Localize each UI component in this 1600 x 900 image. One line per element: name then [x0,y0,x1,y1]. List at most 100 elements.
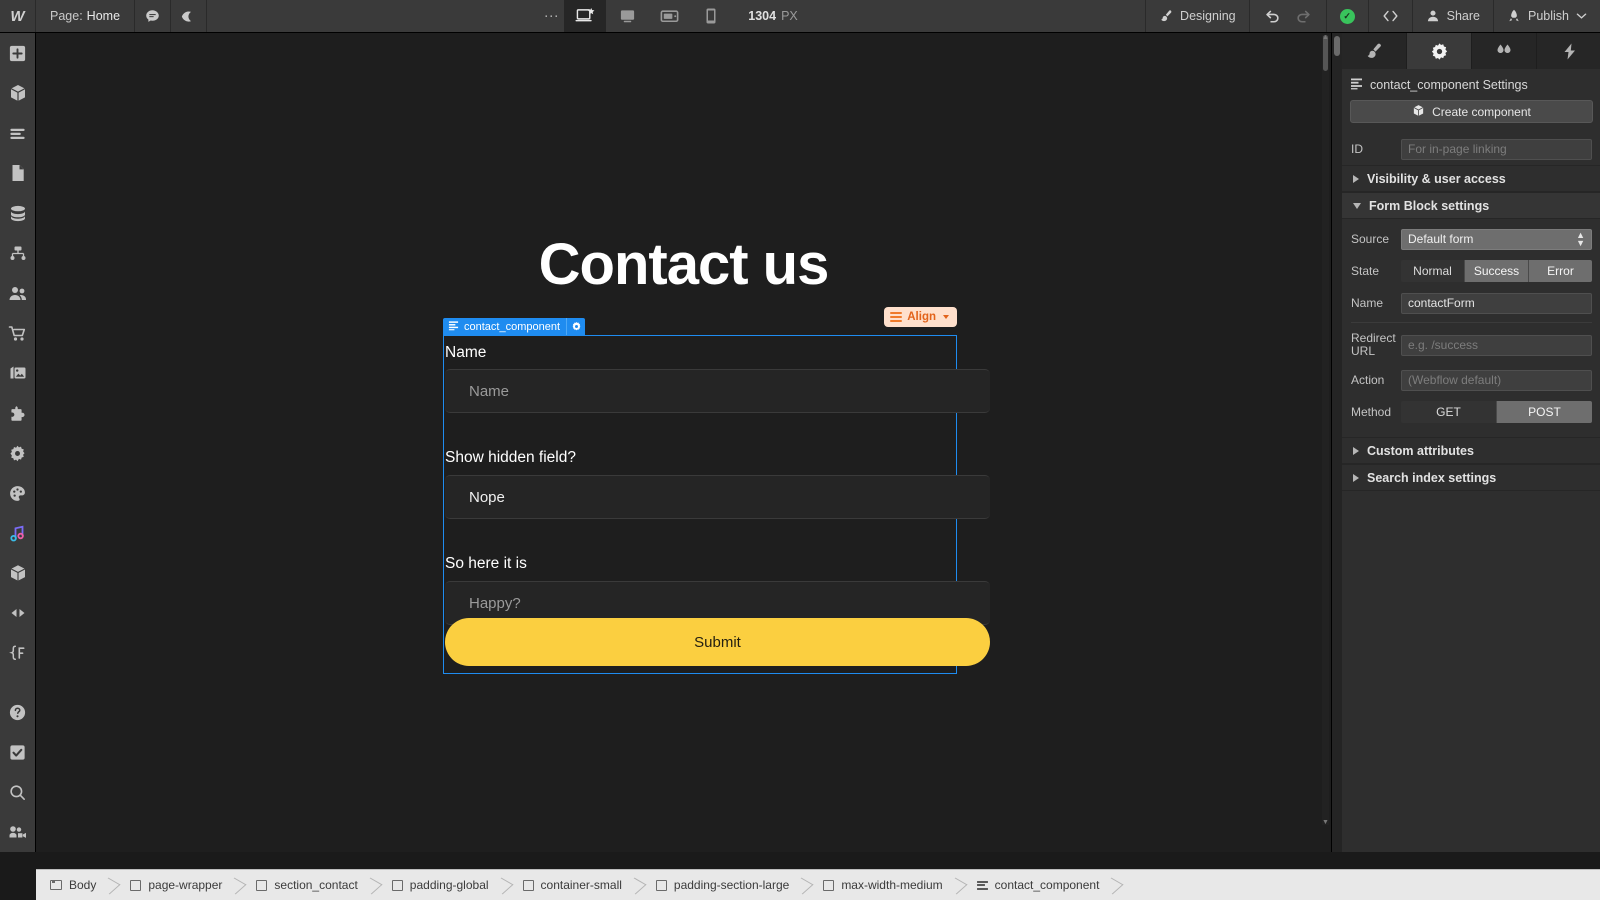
scroll-down-arrow-icon[interactable]: ▼ [1322,819,1329,826]
top-toolbar: W Page: Home · · · 1304 PX Designing ✓ S… [0,0,1600,33]
sidebar-item-users[interactable] [0,273,36,313]
viewport-width-unit: PX [781,9,798,23]
form-block-section-header[interactable]: Form Block settings [1342,192,1600,219]
visibility-section-label: Visibility & user access [1367,171,1506,186]
sidebar-item-assets[interactable] [0,353,36,393]
canvas-scrollbar[interactable]: ▲ ▼ [1322,34,1329,826]
breadcrumb-item-padding-section-large[interactable]: padding-section-large [642,870,809,900]
undo-arrow-icon[interactable] [1264,9,1281,24]
checkmark-saved-icon: ✓ [1339,8,1355,24]
sidebar-item-settings[interactable] [0,433,36,473]
method-segmented-control: GET POST [1401,401,1592,423]
tab-effects[interactable] [1537,33,1600,69]
create-component-button[interactable]: Create component [1350,100,1593,123]
source-row: Source Default form ▲ ▼ [1342,223,1600,255]
field-input-0[interactable]: Name [445,369,990,413]
design-canvas[interactable]: Contact us Align contact_component Name … [36,33,1331,852]
comment-icon[interactable] [135,0,172,32]
top-right-actions: Designing ✓ Share Publish [1145,0,1600,32]
redirect-input[interactable]: e.g. /success [1401,334,1592,356]
publish-button[interactable]: Publish [1493,0,1600,32]
contact-form-block[interactable]: Name Name Show hidden field? Nope So her… [443,335,990,674]
redo-arrow-icon[interactable] [1295,9,1312,24]
sidebar-item-audio-interactions[interactable] [0,513,36,553]
save-status-button[interactable]: ✓ [1325,0,1368,32]
desktop-large-breakpoint[interactable] [564,0,607,32]
breadcrumb-item-contact-component[interactable]: contact_component [963,870,1120,900]
breadcrumb-item-section-contact[interactable]: section_contact [242,870,377,900]
source-select[interactable]: Default form ▲ ▼ [1401,228,1592,250]
person-icon [1427,10,1438,22]
state-option-success[interactable]: Success [1465,260,1529,282]
sidebar-item-audit[interactable] [0,732,36,772]
breadcrumb-item-container-small[interactable]: container-small [509,870,642,900]
sidebar-item-libraries[interactable] [0,553,36,593]
breadcrumb-label: page-wrapper [148,878,223,892]
align-button[interactable]: Align [884,307,957,327]
tablet-breakpoint[interactable] [648,0,690,32]
mobile-breakpoint[interactable] [690,0,732,32]
field-input-1[interactable]: Nope [445,475,990,519]
code-export-button[interactable] [1367,0,1412,32]
visibility-section-header[interactable]: Visibility & user access [1342,165,1600,192]
kebab-menu-icon[interactable]: · · · [538,0,564,32]
sidebar-item-search[interactable] [0,772,36,812]
id-input[interactable]: For in-page linking [1401,138,1592,160]
share-button[interactable]: Share [1411,0,1493,32]
align-lines-icon [890,312,903,322]
sidebar-item-navigator[interactable] [0,113,36,153]
tab-style[interactable] [1342,33,1407,69]
breadcrumb-item-body[interactable]: Body [36,870,116,900]
breadcrumb-item-max-width-medium[interactable]: max-width-medium [809,870,962,900]
scroll-up-arrow-icon[interactable]: ▲ [1322,34,1329,41]
sidebar-item-cms[interactable] [0,193,36,233]
state-option-error[interactable]: Error [1529,260,1592,282]
search-index-section-header[interactable]: Search index settings [1342,464,1600,491]
sidebar-item-variants[interactable] [0,593,36,633]
component-selection-badge[interactable]: contact_component [443,318,586,335]
search-index-label: Search index settings [1367,470,1497,485]
breadcrumb-label: container-small [540,878,622,892]
sidebar-item-style-guide[interactable] [0,473,36,513]
tab-interactions[interactable] [1472,33,1537,69]
action-input[interactable]: (Webflow default) [1401,369,1592,391]
designing-mode-button[interactable]: Designing [1145,0,1249,32]
gear-icon[interactable] [566,318,585,335]
state-option-normal[interactable]: Normal [1401,260,1465,282]
align-button-label: Align [907,311,936,323]
sidebar-item-pages[interactable] [0,153,36,193]
breakpoint-group [564,0,732,32]
rocket-icon [1509,9,1519,22]
component-lines-icon [448,320,459,334]
breadcrumb-item-padding-global[interactable]: padding-global [378,870,509,900]
sidebar-item-video[interactable] [0,812,36,852]
id-label: ID [1351,142,1363,156]
panel-content: contact_component Settings Create compon… [1342,33,1600,852]
method-option-post[interactable]: POST [1497,401,1592,423]
webflow-designer: W Page: Home · · · 1304 PX Designing ✓ S… [0,0,1600,900]
sidebar-item-help[interactable] [0,692,36,732]
viewport-width-display[interactable]: 1304 PX [732,0,814,32]
breadcrumb-label: section_contact [274,878,358,892]
sidebar-item-variables[interactable] [0,633,36,673]
sidebar-item-logic[interactable] [0,233,36,273]
custom-attributes-section-header[interactable]: Custom attributes [1342,437,1600,464]
submit-button[interactable]: Submit [445,618,990,666]
sidebar-item-ecommerce[interactable] [0,313,36,353]
name-input[interactable]: contactForm [1401,292,1592,314]
webflow-logo[interactable]: W [0,0,36,32]
breadcrumb-item-page-wrapper[interactable]: page-wrapper [116,870,242,900]
sidebar-item-components[interactable] [0,73,36,113]
sidebar-item-apps[interactable] [0,393,36,433]
component-lines-icon [1350,77,1363,93]
chevron-down-icon [1576,13,1587,19]
desktop-breakpoint[interactable] [606,0,648,32]
eye-icon[interactable] [171,0,208,32]
tab-settings[interactable] [1407,33,1472,69]
method-option-get[interactable]: GET [1401,401,1497,423]
panel-scrollbar[interactable] [1332,33,1342,852]
breadcrumb-label: contact_component [994,878,1100,892]
page-selector[interactable]: Page: Home [36,0,136,32]
cube-icon [1412,104,1425,120]
sidebar-item-add-elements[interactable] [0,33,36,73]
